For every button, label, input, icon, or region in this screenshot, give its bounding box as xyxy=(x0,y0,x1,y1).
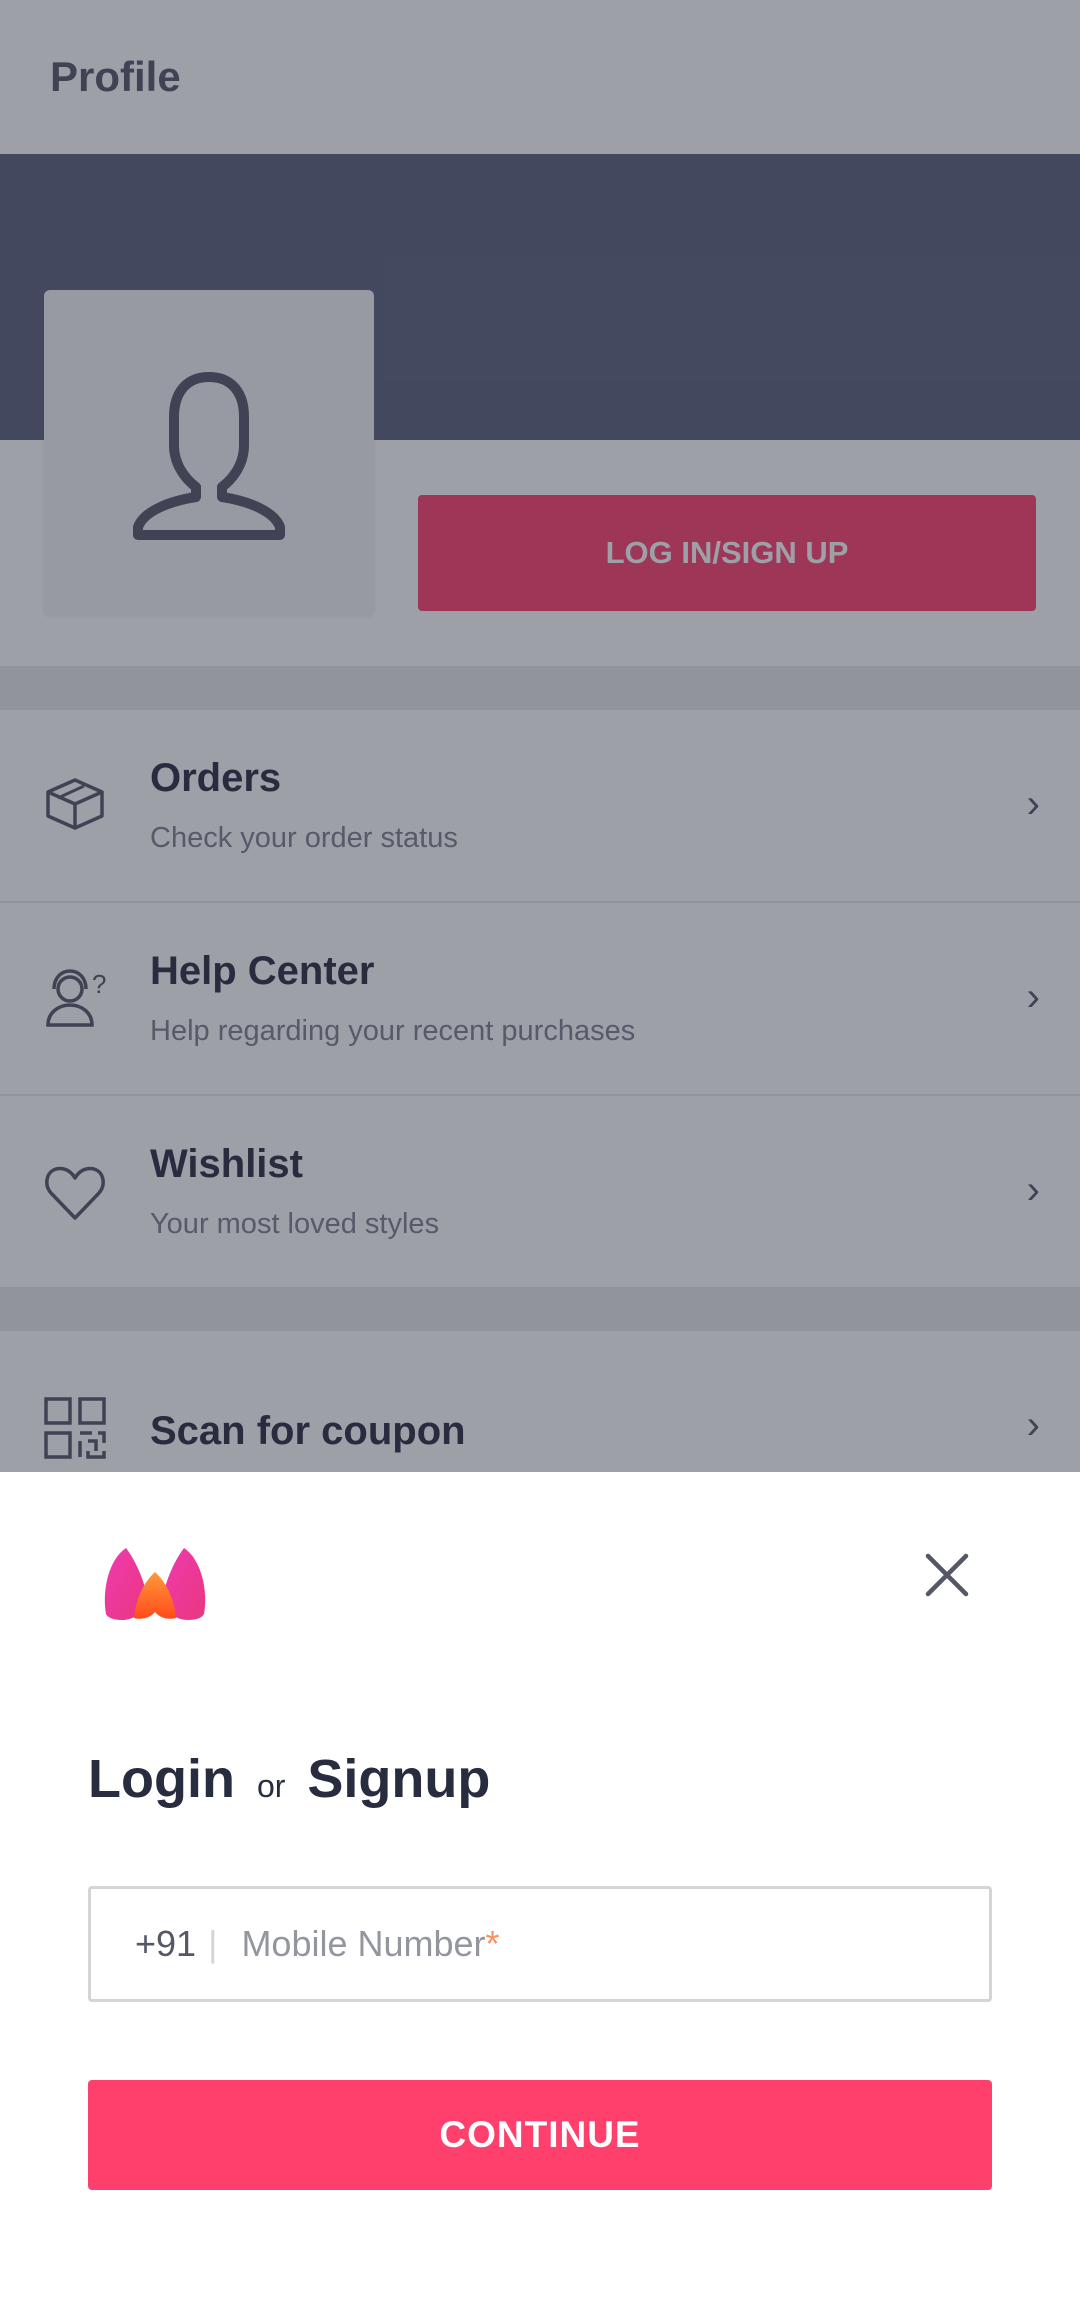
mobile-number-field[interactable]: +91 | Mobile Number * xyxy=(88,1886,992,2002)
mobile-number-placeholder: Mobile Number xyxy=(241,1923,486,1964)
myntra-logo xyxy=(104,1548,206,1620)
modal-backdrop[interactable] xyxy=(0,0,1080,1472)
continue-button[interactable]: CONTINUE xyxy=(88,2080,992,2190)
country-code: +91 xyxy=(135,1923,197,1964)
login-heading: Login or Signup xyxy=(88,1748,490,1810)
login-label: Login xyxy=(88,1749,235,1809)
or-label: or xyxy=(256,1768,286,1804)
close-icon[interactable] xyxy=(920,1548,974,1602)
required-marker: * xyxy=(485,1923,500,1964)
signup-label: Signup xyxy=(307,1749,491,1809)
field-separator: | xyxy=(208,1923,218,1964)
